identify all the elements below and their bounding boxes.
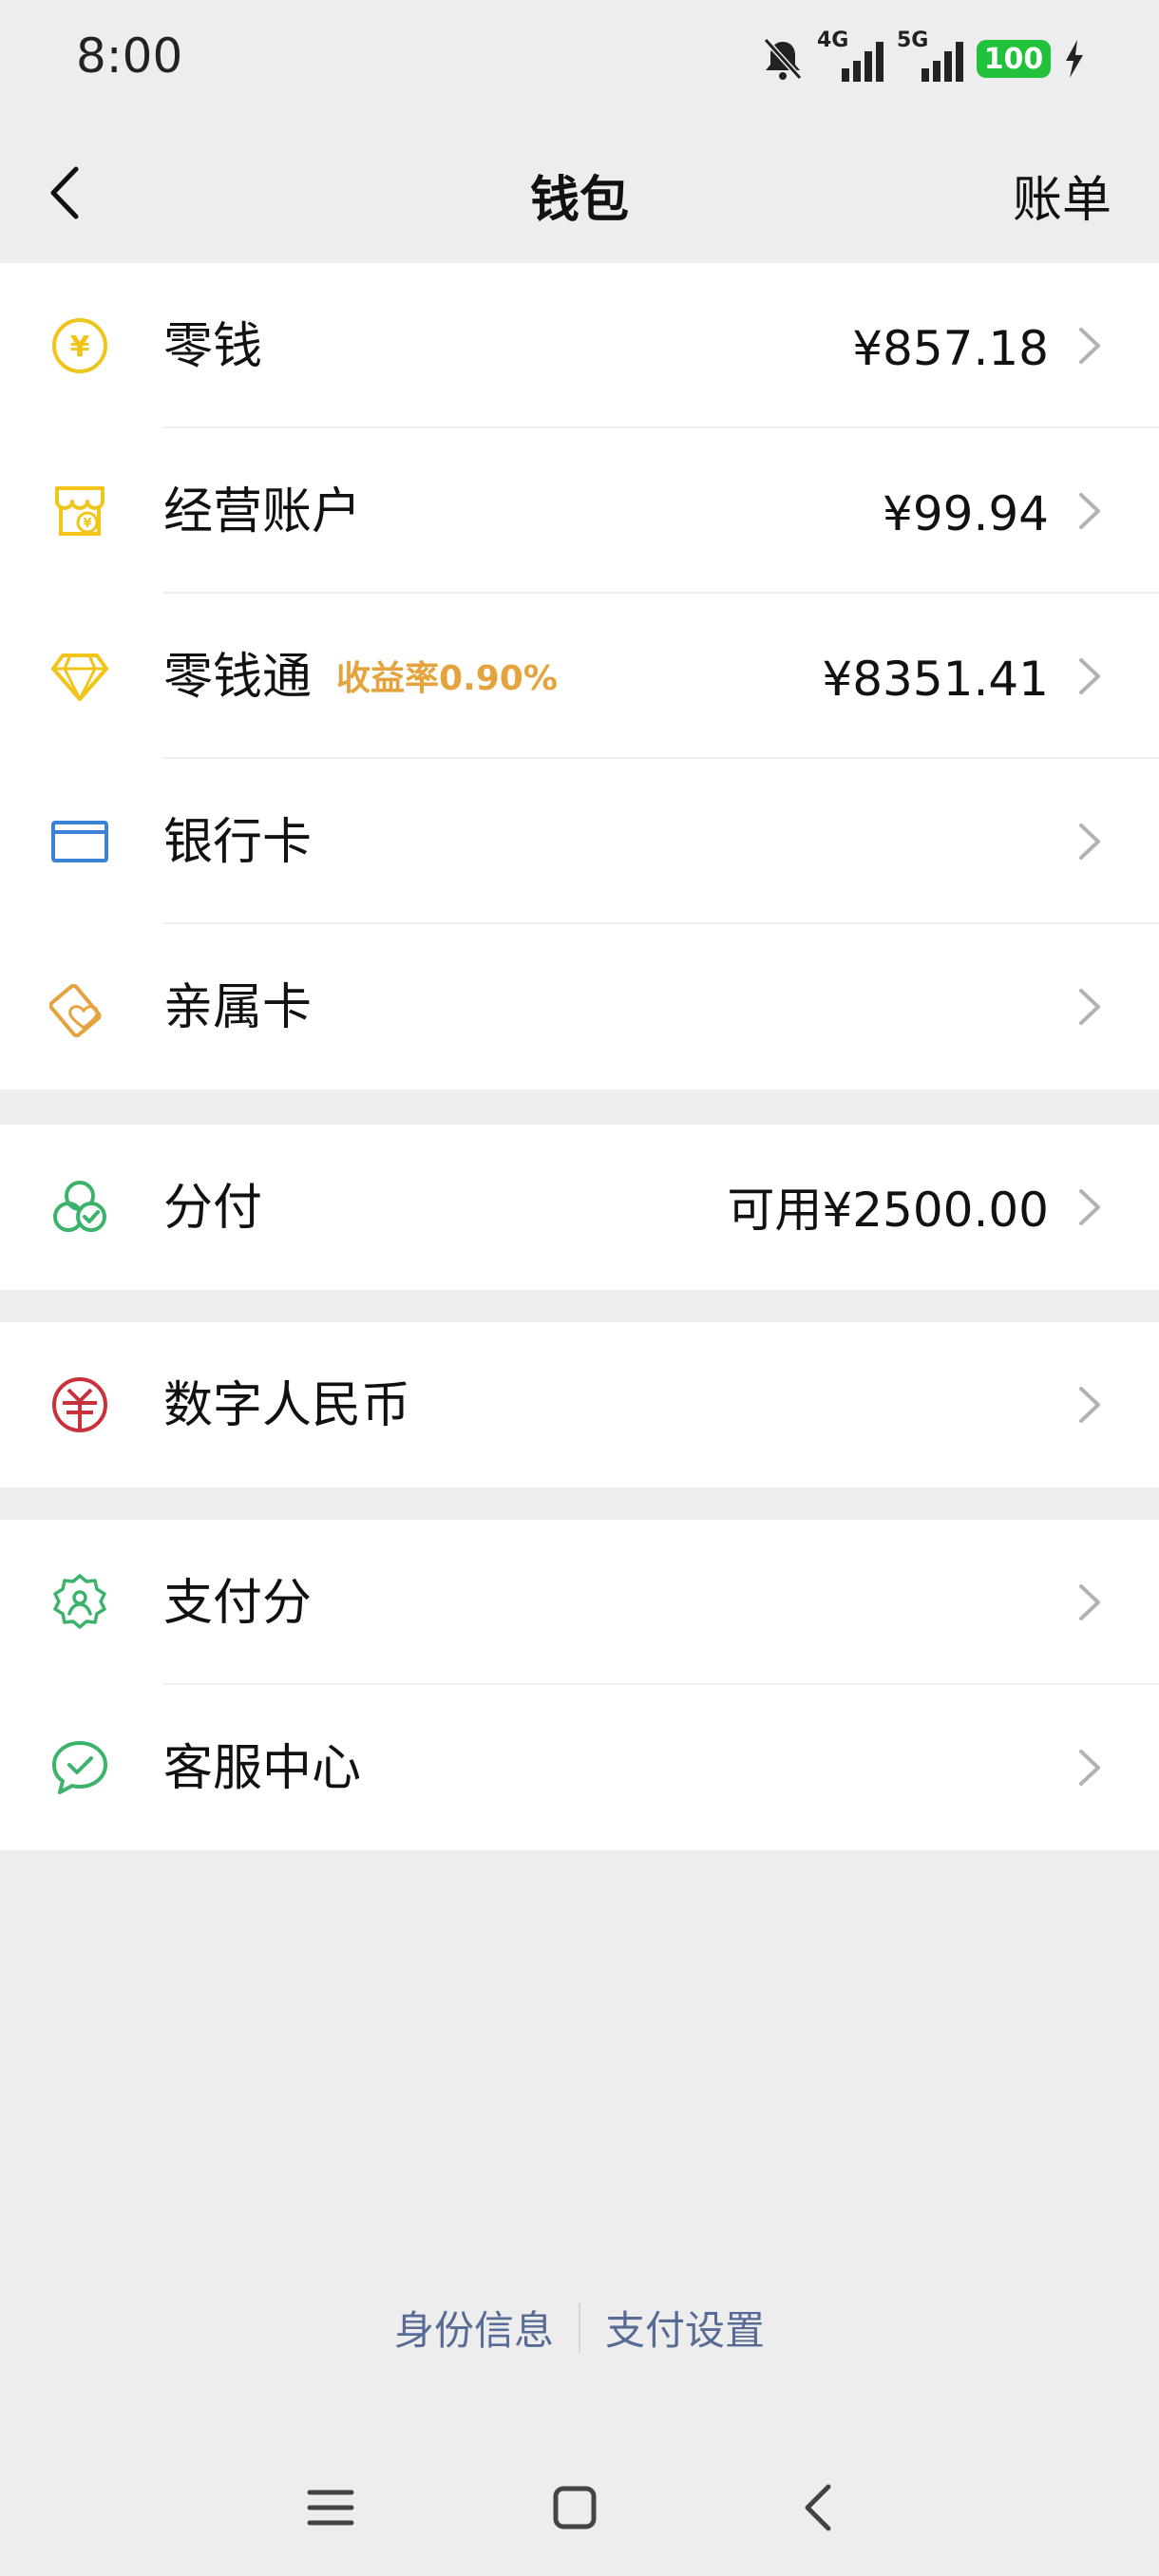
row-value: 可用¥2500.00 bbox=[727, 1183, 1049, 1238]
wallet-group-digital-rmb: 数字人民币 bbox=[0, 1322, 1159, 1487]
diamond-icon bbox=[51, 653, 108, 701]
row-label: 经营账户 bbox=[163, 483, 362, 540]
customer-service-icon bbox=[52, 1741, 107, 1794]
footer-links: 身份信息 支付设置 bbox=[0, 2299, 1159, 2357]
chevron-right-icon bbox=[1079, 1189, 1100, 1225]
row-value: ¥99.94 bbox=[883, 486, 1049, 541]
yuan-coin-icon: ¥ bbox=[52, 318, 107, 373]
bill-button[interactable]: 账单 bbox=[1013, 160, 1112, 231]
signal-bars-icon bbox=[922, 42, 963, 82]
pay-settings-link[interactable]: 支付设置 bbox=[580, 2299, 789, 2357]
system-back-icon[interactable] bbox=[781, 2470, 857, 2546]
wallet-group-credit: 分付 可用¥2500.00 bbox=[0, 1125, 1159, 1290]
row-customer-service[interactable]: 客服中心 bbox=[0, 1685, 1159, 1850]
battery-indicator: 100 bbox=[977, 40, 1051, 78]
row-label: 零钱通 收益率0.90% bbox=[163, 649, 558, 706]
row-label: 亲属卡 bbox=[163, 979, 313, 1036]
chevron-right-icon bbox=[1079, 658, 1100, 694]
signal-5g: 5G bbox=[897, 28, 963, 85]
svg-text:¥: ¥ bbox=[83, 517, 91, 531]
chevron-right-icon bbox=[1079, 989, 1100, 1025]
wallet-group-assets: ¥ 零钱 ¥857.18 ¥ 经营账户 ¥99.94 零钱通 收益率0.90% ¥… bbox=[0, 263, 1159, 1089]
status-bar: 8:00 4G 5G 100 bbox=[0, 0, 1159, 123]
chevron-right-icon bbox=[1079, 328, 1100, 364]
row-label: 数字人民币 bbox=[163, 1377, 411, 1434]
row-digital-rmb[interactable]: 数字人民币 bbox=[0, 1322, 1159, 1487]
home-icon[interactable] bbox=[537, 2470, 613, 2546]
status-icons: 4G 5G 100 bbox=[762, 28, 1085, 85]
chevron-right-icon bbox=[1079, 824, 1100, 860]
row-value: ¥857.18 bbox=[852, 321, 1049, 376]
page-title: 钱包 bbox=[529, 172, 629, 229]
signal-4g: 4G bbox=[817, 28, 884, 85]
fenfu-icon bbox=[53, 1181, 106, 1232]
status-time: 8:00 bbox=[76, 28, 183, 84]
pay-score-icon bbox=[53, 1574, 106, 1629]
row-pay-score[interactable]: 支付分 bbox=[0, 1520, 1159, 1685]
bank-card-icon bbox=[51, 821, 108, 862]
row-label: 支付分 bbox=[163, 1575, 313, 1632]
row-bank-card[interactable]: 银行卡 bbox=[0, 759, 1159, 924]
row-label: 零钱 bbox=[163, 318, 263, 375]
chevron-right-icon bbox=[1079, 1584, 1100, 1620]
row-fenfu[interactable]: 分付 可用¥2500.00 bbox=[0, 1125, 1159, 1290]
chevron-right-icon bbox=[1079, 1750, 1100, 1786]
menu-icon[interactable] bbox=[293, 2470, 369, 2546]
row-label: 分付 bbox=[163, 1180, 263, 1237]
identity-info-link[interactable]: 身份信息 bbox=[370, 2299, 579, 2357]
nav-bar: 钱包 账单 bbox=[0, 123, 1159, 262]
chevron-right-icon bbox=[1079, 493, 1100, 529]
bell-muted-icon bbox=[763, 37, 803, 81]
yield-rate-tag: 收益率0.90% bbox=[336, 659, 558, 698]
row-value: ¥8351.41 bbox=[822, 652, 1049, 707]
shop-account-icon: ¥ bbox=[55, 486, 104, 536]
wallet-group-services: 支付分 客服中心 bbox=[0, 1520, 1159, 1850]
row-family-card[interactable]: 亲属卡 bbox=[0, 924, 1159, 1089]
system-nav-bar bbox=[0, 2470, 1159, 2546]
row-label: 银行卡 bbox=[163, 814, 313, 871]
chevron-right-icon bbox=[1079, 1387, 1100, 1423]
family-card-icon bbox=[49, 983, 102, 1037]
svg-text:¥: ¥ bbox=[70, 331, 90, 364]
row-business-account[interactable]: ¥ 经营账户 ¥99.94 bbox=[0, 428, 1159, 594]
charging-icon bbox=[1066, 40, 1083, 78]
digital-rmb-icon bbox=[52, 1377, 107, 1432]
signal-bars-icon bbox=[842, 42, 884, 82]
row-change[interactable]: ¥ 零钱 ¥857.18 bbox=[0, 263, 1159, 428]
row-lingqiantong[interactable]: 零钱通 收益率0.90% ¥8351.41 bbox=[0, 594, 1159, 759]
row-label: 客服中心 bbox=[163, 1740, 362, 1797]
